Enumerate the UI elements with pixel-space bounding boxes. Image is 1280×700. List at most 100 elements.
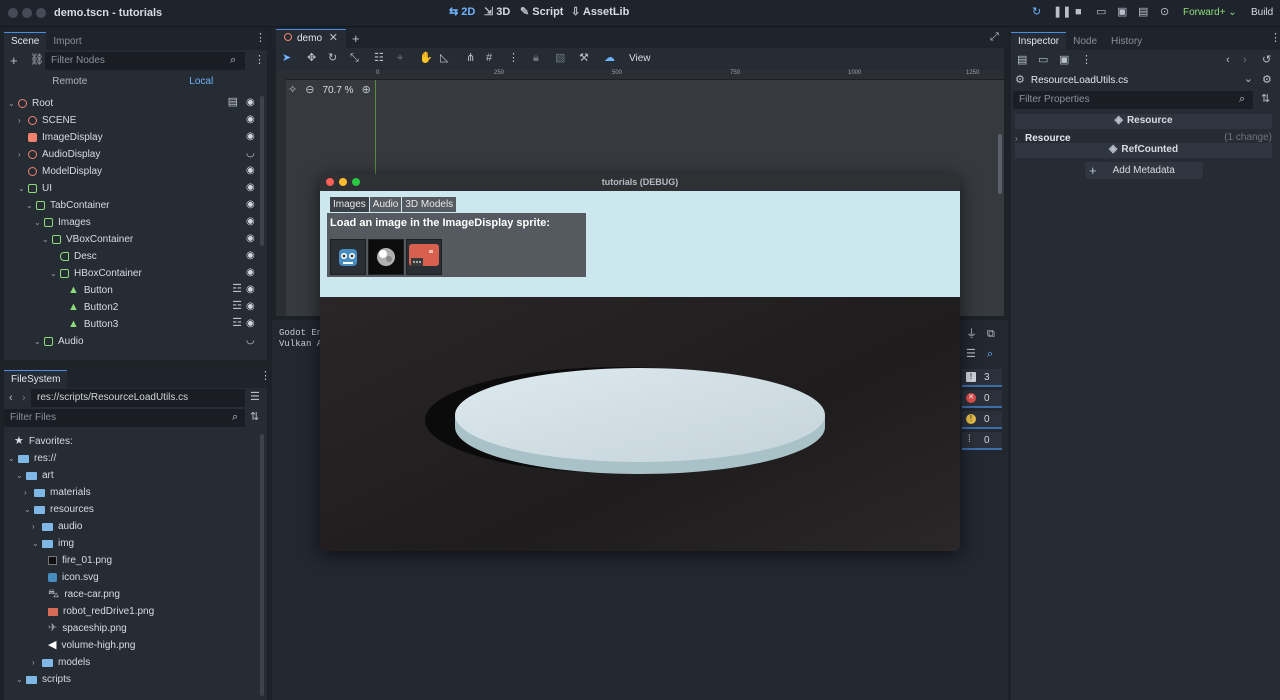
warning-filter-toggle[interactable]: ! 0 (962, 411, 1002, 429)
signal-icon[interactable]: ☲ (232, 301, 242, 312)
folder-resources[interactable]: ⌄ resources (24, 501, 94, 518)
grid-snap-icon[interactable]: # (486, 53, 492, 64)
rotate-tool-icon[interactable]: ↻ (328, 53, 337, 64)
center-view-icon[interactable]: ✧ (288, 85, 297, 96)
maximize-window-icon[interactable] (352, 178, 360, 186)
minimize-window-icon[interactable] (339, 178, 347, 186)
tree-node-desc[interactable]: Desc ◉ (50, 248, 258, 265)
visibility-eye-icon[interactable]: ◉ (246, 199, 258, 211)
forward-arrow-icon[interactable]: › (22, 393, 26, 404)
split-mode-icon[interactable]: ☰ (250, 392, 260, 403)
remote-button[interactable]: Remote (4, 74, 136, 91)
tree-node-images[interactable]: ⌄ Images ◉ (34, 214, 258, 231)
workspace-assetlib-button[interactable]: ⇩ AssetLib (571, 6, 629, 18)
tab-filesystem[interactable]: FileSystem (4, 370, 68, 388)
pan-tool-icon[interactable]: ✋ (419, 53, 433, 64)
list-select-icon[interactable]: ☷ (374, 53, 384, 64)
filter-nodes-input[interactable]: Filter Nodes (45, 52, 245, 70)
signal-icon[interactable]: ☲ (232, 318, 242, 329)
copy-output-icon[interactable]: ⧉ (987, 329, 995, 340)
tree-node-scene[interactable]: › SCENE ◉ (18, 112, 258, 129)
visibility-eye-icon[interactable]: ◉ (246, 131, 258, 143)
scene-tree-scrollbar[interactable] (260, 96, 264, 246)
open-folder-icon[interactable]: ▭ (1038, 55, 1048, 66)
folder-audio[interactable]: › audio (32, 518, 82, 535)
pause-icon[interactable]: ❚❚ (1053, 7, 1071, 18)
reload-icon[interactable]: ↻ (1032, 7, 1041, 18)
dock-menu-icon[interactable]: ⋮ (260, 371, 271, 382)
file-fire[interactable]: fire_01.png (48, 552, 112, 569)
renderer-select[interactable]: Forward+ ⌄ (1183, 7, 1237, 18)
smart-snap-icon[interactable]: ⋔ (466, 53, 475, 64)
visibility-eye-icon[interactable]: ◉ (246, 284, 258, 296)
object-history-icon[interactable]: ↺ (1262, 55, 1271, 66)
file-robot[interactable]: robot_redDrive1.png (48, 603, 154, 620)
scene-tab-demo[interactable]: demo ✕ (276, 29, 346, 48)
visibility-eye-icon[interactable]: ◉ (246, 97, 258, 109)
tab-import[interactable]: Import (46, 33, 88, 50)
clear-output-icon[interactable]: ⏚ (966, 329, 977, 340)
visibility-eye-icon[interactable]: ◉ (246, 216, 258, 228)
remote-debug-icon[interactable]: ▭ (1096, 7, 1106, 18)
hidden-eye-icon[interactable]: ◡ (246, 148, 258, 160)
workspace-3d-button[interactable]: ⇲ 3D (484, 6, 510, 18)
workspace-2d-button[interactable]: ⇆ 2D (449, 6, 475, 18)
close-icon[interactable]: ✕ (329, 33, 338, 44)
movie-maker-icon[interactable]: ⊙ (1160, 7, 1169, 18)
visibility-eye-icon[interactable]: ◉ (246, 301, 258, 313)
path-field[interactable]: res://scripts/ResourceLoadUtils.cs (31, 389, 245, 407)
tab-scene[interactable]: Scene (4, 32, 47, 50)
snap-options-icon[interactable]: ⋮ (508, 53, 519, 64)
info-filter-toggle[interactable]: ⁞ 0 (962, 432, 1002, 450)
visibility-eye-icon[interactable]: ◉ (246, 267, 258, 279)
tree-node-audio[interactable]: ⌄ Audio ◡ (34, 333, 258, 350)
add-metadata-button[interactable]: + Add Metadata (1085, 162, 1203, 179)
load-image-button-1[interactable] (330, 239, 366, 275)
tab-inspector[interactable]: Inspector (1011, 32, 1067, 50)
game-tab-audio[interactable]: Audio (369, 197, 402, 212)
object-params-icon[interactable]: ⚙ (1262, 75, 1272, 86)
tree-node-button[interactable]: ▲ Button ☲ ◉ (58, 282, 258, 299)
play-scene-icon[interactable]: ▣ (1117, 7, 1127, 18)
property-options-icon[interactable]: ⇅ (1261, 94, 1270, 105)
filter-properties-input[interactable]: Filter Properties (1013, 91, 1253, 109)
game-tab-3d-models[interactable]: 3D Models (402, 197, 457, 212)
distraction-free-icon[interactable]: ⤢ (990, 32, 999, 43)
link-icon[interactable]: ⛓ (30, 55, 44, 66)
hidden-eye-icon[interactable]: ◡ (246, 335, 258, 347)
group-icon[interactable]: ▧ (555, 53, 565, 64)
visibility-eye-icon[interactable]: ◉ (246, 165, 258, 177)
load-image-button-2[interactable] (368, 239, 404, 275)
lock-icon[interactable]: 🔒︎ (533, 53, 539, 64)
viewport-scrollbar[interactable] (998, 134, 1002, 194)
zoom-out-icon[interactable]: ⊖ (305, 85, 314, 96)
folder-res[interactable]: ⌄ res:// (8, 450, 56, 467)
resource-selector[interactable]: ⚙ ResourceLoadUtils.cs ⌄ (1015, 72, 1253, 88)
tree-node-imagedisplay[interactable]: ImageDisplay ◉ (18, 129, 258, 146)
visibility-eye-icon[interactable]: ◉ (246, 250, 258, 262)
pivot-tool-icon[interactable]: ⌖ (397, 53, 403, 64)
file-tree-scrollbar[interactable] (260, 434, 264, 696)
history-forward-icon[interactable]: › (1243, 55, 1247, 66)
tree-node-button3[interactable]: ▲ Button3 ☲ ◉ (58, 316, 258, 333)
cloud-icon[interactable]: ☁ (604, 53, 615, 64)
extra-options-icon[interactable]: ⋮ (1081, 55, 1092, 66)
scale-tool-icon[interactable]: ⤡ (350, 53, 359, 64)
tree-node-vboxcontainer[interactable]: ⌄ VBoxContainer ◉ (42, 231, 258, 248)
filter-lines-icon[interactable]: ☰ (966, 349, 976, 360)
play-custom-icon[interactable]: ▤ (1138, 7, 1148, 18)
tree-node-audiodisplay[interactable]: › AudioDisplay ◡ (18, 146, 258, 163)
local-button[interactable]: Local (136, 74, 268, 91)
game-tab-images[interactable]: Images (330, 197, 369, 212)
move-tool-icon[interactable]: ✥ (307, 53, 316, 64)
folder-models[interactable]: › models (32, 654, 90, 671)
file-race-car[interactable]: ⛍ race-car.png (48, 586, 120, 603)
tab-history[interactable]: History (1104, 33, 1149, 50)
game-debug-window[interactable]: tutorials (DEBUG) Images Audio 3D Models… (320, 174, 960, 551)
scene-options-icon[interactable]: ⋮ (254, 55, 265, 66)
new-resource-icon[interactable]: ▤ (1017, 55, 1027, 66)
history-back-icon[interactable]: ‹ (1226, 55, 1230, 66)
visibility-eye-icon[interactable]: ◉ (246, 233, 258, 245)
dock-menu-icon[interactable]: ⋮ (255, 33, 266, 44)
stop-icon[interactable]: ■ (1075, 7, 1082, 18)
